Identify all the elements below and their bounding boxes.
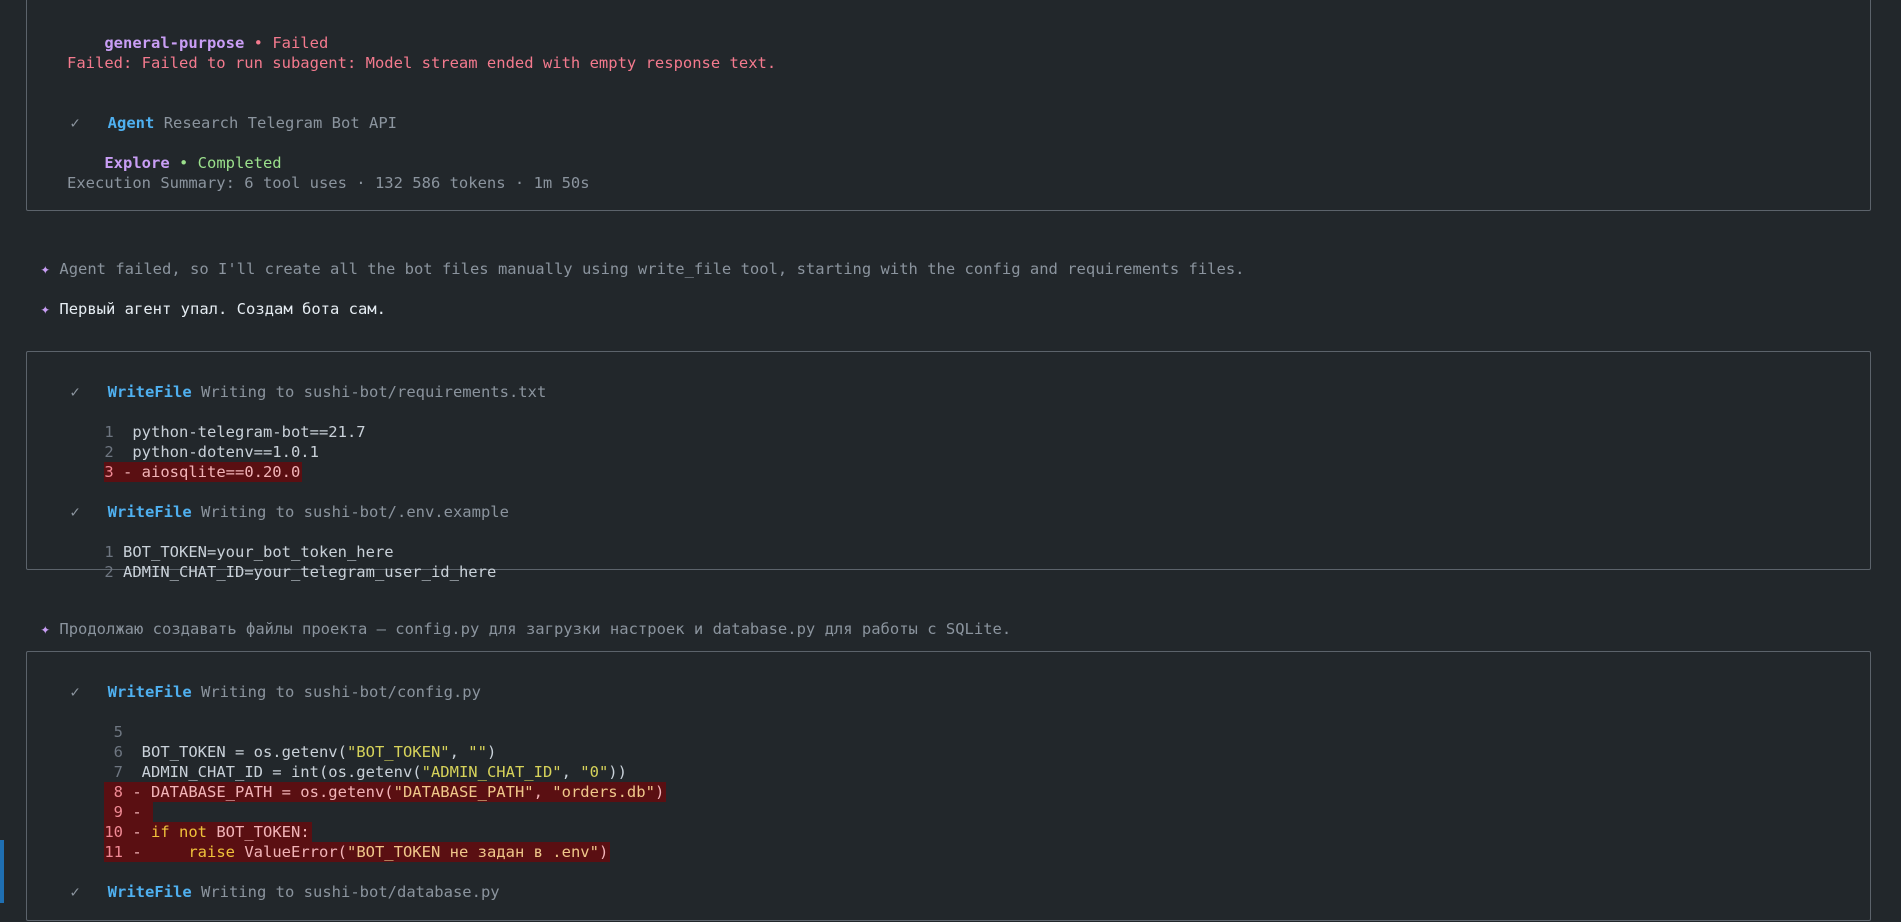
failed-message: Failed: Failed to run subagent: Model st… bbox=[67, 54, 777, 72]
scroll-position-indicator[interactable] bbox=[0, 840, 4, 903]
note-text: Agent failed, so I'll create all the bot… bbox=[59, 260, 1245, 278]
tool-label: WriteFile bbox=[107, 883, 192, 901]
status-completed: Completed bbox=[197, 154, 282, 172]
code-text: ValueError( bbox=[235, 843, 347, 861]
code-line: 5 bbox=[67, 702, 123, 741]
code-line: 1 python-telegram-bot==21.7 bbox=[67, 402, 365, 441]
status-separator: • bbox=[169, 154, 198, 172]
sparkle-icon: ✦ bbox=[40, 260, 51, 278]
deleted-code-line: 11 - raise ValueError("BOT_TOKEN не зада… bbox=[67, 822, 611, 862]
code-text: , bbox=[533, 783, 553, 801]
agent-tool-header[interactable]: ✓ Agent Research Telegram Bot API bbox=[33, 93, 397, 132]
line-number: 11 bbox=[104, 843, 123, 861]
agent-status-line-general-purpose: general-purpose • Failed bbox=[67, 13, 328, 52]
execution-summary: Execution Summary: 6 tool uses · 132 586… bbox=[67, 174, 590, 192]
writefile-panel-1: ✓ WriteFile Writing to sushi-bot/require… bbox=[26, 351, 1871, 581]
writefile-header[interactable]: ✓ WriteFile Writing to sushi-bot/.env.ex… bbox=[33, 482, 509, 521]
line-number: 2 bbox=[104, 563, 114, 581]
writefile-header[interactable]: ✓ WriteFile Writing to sushi-bot/require… bbox=[33, 362, 546, 401]
agent-tool-label: Agent bbox=[107, 114, 155, 132]
code-text: - aiosqlite==0.20.0 bbox=[113, 463, 301, 481]
line-number: 3 bbox=[104, 463, 114, 481]
assistant-note: ✦ Продолжаю создавать файлы проекта — co… bbox=[22, 602, 1012, 638]
writefile-header[interactable]: ✓ WriteFile Writing to sushi-bot/config.… bbox=[33, 662, 481, 701]
assistant-message: ✦ Первый агент упал. Создам бота сам. bbox=[22, 282, 386, 318]
tool-description: Writing to sushi-bot/requirements.txt bbox=[201, 383, 547, 401]
string-literal: "orders.db" bbox=[552, 783, 655, 801]
check-icon: ✓ bbox=[70, 114, 80, 132]
deleted-code-line: 8 - DATABASE_PATH = os.getenv("DATABASE_… bbox=[67, 762, 667, 802]
code-line: 7 ADMIN_CHAT_ID = int(os.getenv("ADMIN_C… bbox=[67, 742, 627, 781]
code-text: - bbox=[123, 843, 189, 861]
agent-description: Research Telegram Bot API bbox=[163, 114, 397, 132]
tool-label: WriteFile bbox=[107, 503, 192, 521]
string-literal: "DATABASE_PATH" bbox=[393, 783, 534, 801]
code-text: ) bbox=[654, 783, 665, 801]
tool-description: Writing to sushi-bot/database.py bbox=[201, 883, 500, 901]
deleted-code-line: 3 - aiosqlite==0.20.0 bbox=[67, 442, 303, 482]
tool-description: Writing to sushi-bot/.env.example bbox=[201, 503, 509, 521]
check-icon: ✓ bbox=[70, 683, 80, 701]
code-text: - DATABASE_PATH = os.getenv( bbox=[123, 783, 394, 801]
code-line: 2 python-dotenv==1.0.1 bbox=[67, 422, 319, 461]
deleted-code-line: 9 - bbox=[67, 782, 153, 822]
sparkle-icon: ✦ bbox=[40, 300, 51, 318]
code-text: ADMIN_CHAT_ID=your_telegram_user_id_here bbox=[123, 563, 497, 581]
agent-results-panel: general-purpose • Failed Failed: Failed … bbox=[26, 0, 1871, 211]
sparkle-icon: ✦ bbox=[40, 620, 51, 638]
tool-description: Writing to sushi-bot/config.py bbox=[201, 683, 481, 701]
writefile-panel-2: ✓ WriteFile Writing to sushi-bot/config.… bbox=[26, 651, 1871, 921]
tool-label: WriteFile bbox=[107, 383, 192, 401]
writefile-header[interactable]: ✓ WriteFile Writing to sushi-bot/databas… bbox=[33, 862, 499, 901]
code-line: 6 BOT_TOKEN = os.getenv("BOT_TOKEN", "") bbox=[67, 722, 497, 761]
agent-name: general-purpose bbox=[104, 34, 245, 52]
code-line: 1 BOT_TOKEN=your_bot_token_here bbox=[67, 522, 393, 561]
message-text: Первый агент упал. Создам бота сам. bbox=[59, 300, 386, 318]
agent-status-line-explore: Explore • Completed bbox=[67, 133, 281, 172]
status-failed: Failed bbox=[272, 34, 329, 52]
check-icon: ✓ bbox=[70, 503, 80, 521]
status-separator: • bbox=[244, 34, 273, 52]
agent-name: Explore bbox=[104, 154, 170, 172]
keyword: raise bbox=[188, 843, 235, 861]
deleted-code-line: 10 - if not BOT_TOKEN: bbox=[67, 802, 312, 842]
check-icon: ✓ bbox=[70, 883, 80, 901]
code-text: ) bbox=[598, 843, 609, 861]
code-line: 2 ADMIN_CHAT_ID=your_telegram_user_id_he… bbox=[67, 542, 496, 581]
note-text: Продолжаю создавать файлы проекта — conf… bbox=[59, 620, 1012, 638]
check-icon: ✓ bbox=[70, 383, 80, 401]
string-literal: "BOT_TOKEN не задан в .env" bbox=[346, 843, 599, 861]
assistant-note: ✦ Agent failed, so I'll create all the b… bbox=[22, 242, 1245, 278]
tool-label: WriteFile bbox=[107, 683, 192, 701]
